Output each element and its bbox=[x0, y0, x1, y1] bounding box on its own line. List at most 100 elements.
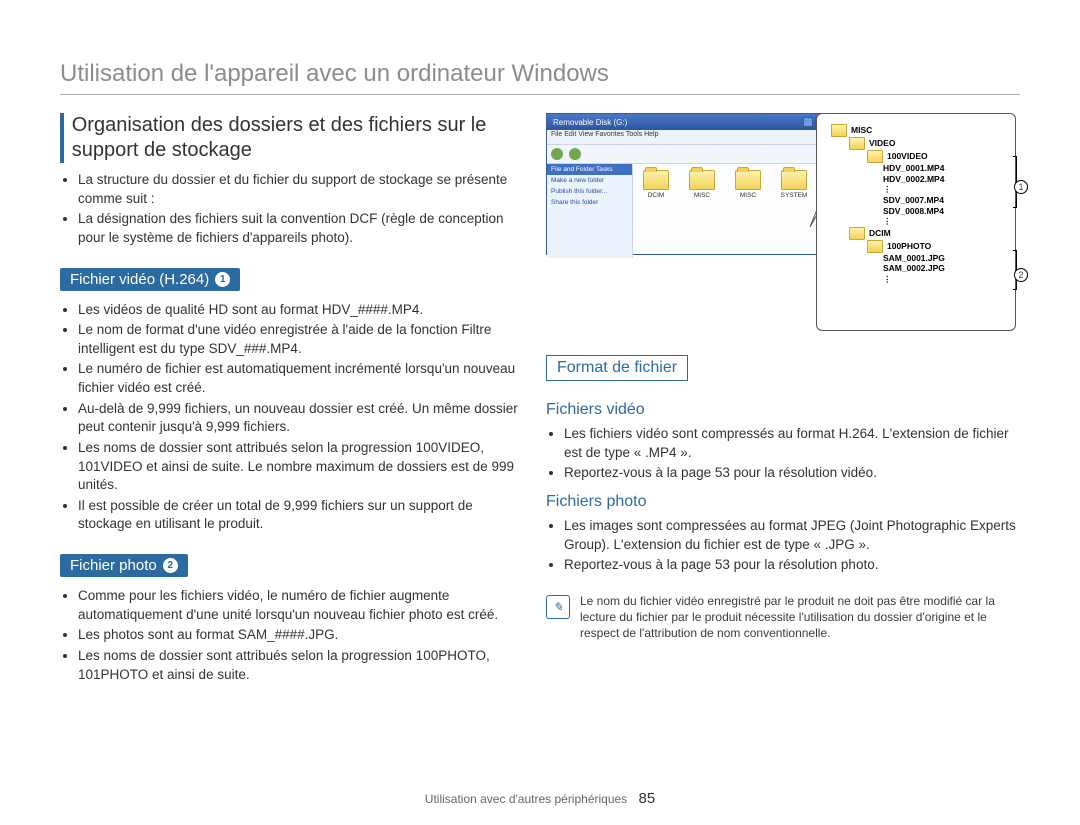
list-item: Les images sont compressées au format JP… bbox=[564, 517, 1016, 554]
tree-label: MISC bbox=[851, 125, 872, 136]
folder-icon bbox=[831, 124, 847, 137]
menubar: File Edit View Favorites Tools Help bbox=[547, 130, 840, 145]
tree-dots: ⋮ bbox=[831, 274, 1005, 285]
sidebar-item: Make a new folder bbox=[547, 175, 632, 186]
window-title-text: Removable Disk (G:) bbox=[550, 118, 627, 127]
tree-node: VIDEO bbox=[831, 137, 1005, 150]
folder-icon bbox=[867, 150, 883, 163]
left-column: Organisation des dossiers et des fichier… bbox=[60, 113, 520, 686]
page-title: Utilisation de l'appareil avec un ordina… bbox=[60, 60, 1020, 88]
folder-label: MISC bbox=[740, 192, 756, 199]
tree-label: SDV_0007.MP4 bbox=[883, 195, 944, 206]
list-item: Le numéro de fichier est automatiquement… bbox=[78, 360, 520, 397]
tree-node: 100VIDEO bbox=[831, 150, 1005, 163]
forward-icon bbox=[569, 148, 581, 160]
video-bullet-list: Les vidéos de qualité HD sont au format … bbox=[60, 301, 520, 535]
folder-tree: MISC VIDEO 100VIDEO HDV_0001.MP4 HDV_000… bbox=[831, 124, 1005, 285]
photo-files-subtitle: Fichiers photo bbox=[546, 493, 1016, 511]
right-column: Removable Disk (G:) File Edit View Favor… bbox=[546, 113, 1016, 686]
list-item: Comme pour les fichiers vidéo, le numéro… bbox=[78, 587, 520, 624]
toolbar bbox=[547, 145, 840, 164]
manual-page: Utilisation de l'appareil avec un ordina… bbox=[0, 0, 1080, 825]
folder-icon bbox=[643, 170, 669, 190]
tree-leaf: SAM_0002.JPG bbox=[831, 263, 1005, 274]
tree-label: ⋮ bbox=[883, 216, 892, 227]
folder-item: DCIM bbox=[639, 170, 673, 199]
folder-item: MISC bbox=[731, 170, 765, 199]
tree-label: SAM_0002.JPG bbox=[883, 263, 945, 274]
tag-label: Fichier photo bbox=[70, 557, 157, 574]
video-file-tag: Fichier vidéo (H.264) 1 bbox=[60, 268, 240, 291]
badge-2-icon: 2 bbox=[163, 558, 178, 573]
explorer-body: File and Folder Tasks Make a new folder … bbox=[547, 164, 840, 258]
section-heading: Organisation des dossiers et des fichier… bbox=[60, 113, 520, 163]
folder-icon bbox=[849, 137, 865, 150]
list-item: Le nom de format d'une vidéo enregistrée… bbox=[78, 321, 520, 358]
tree-dots: ⋮ bbox=[831, 216, 1005, 227]
tree-label: ⋮ bbox=[883, 184, 892, 195]
tree-dots: ⋮ bbox=[831, 184, 1005, 195]
list-item: Reportez-vous à la page 53 pour la résol… bbox=[564, 556, 1016, 575]
folder-icon bbox=[781, 170, 807, 190]
folder-item: MISC bbox=[685, 170, 719, 199]
tree-label: DCIM bbox=[869, 228, 891, 239]
photo-format-list: Les images sont compressées au format JP… bbox=[546, 517, 1016, 575]
badge-1-icon: 1 bbox=[215, 272, 230, 287]
tree-node: DCIM bbox=[831, 227, 1005, 240]
note-icon: ✎ bbox=[546, 595, 570, 619]
list-item: Les vidéos de qualité HD sont au format … bbox=[78, 301, 520, 320]
tree-label: 100VIDEO bbox=[887, 151, 928, 162]
intro-list: La structure du dossier et du fichier du… bbox=[60, 171, 520, 248]
tree-node: 100PHOTO bbox=[831, 240, 1005, 253]
note-box: ✎ Le nom du fichier vidéo enregistré par… bbox=[546, 593, 1016, 642]
explorer-main-pane: DCIM MISC MISC SYSTEM bbox=[633, 164, 840, 258]
folder-icon bbox=[689, 170, 715, 190]
folder-icon bbox=[867, 240, 883, 253]
tree-label: SDV_0008.MP4 bbox=[883, 206, 944, 217]
folder-tree-callout: 1 2 MISC VIDEO 100VIDEO HDV_0001.MP4 HDV… bbox=[816, 113, 1016, 331]
sidebar-header: File and Folder Tasks bbox=[547, 164, 632, 175]
page-footer: Utilisation avec d'autres périphériques … bbox=[0, 790, 1080, 807]
tag-label: Fichier vidéo (H.264) bbox=[70, 271, 209, 288]
heading-accent-bar bbox=[60, 113, 64, 163]
page-number: 85 bbox=[639, 790, 656, 807]
list-item: La structure du dossier et du fichier du… bbox=[78, 171, 520, 208]
annotation-2-icon: 2 bbox=[1014, 268, 1028, 282]
tree-label: HDV_0002.MP4 bbox=[883, 174, 944, 185]
section-heading-text: Organisation des dossiers et des fichier… bbox=[72, 113, 520, 163]
tree-label: 100PHOTO bbox=[887, 241, 931, 252]
folder-icon bbox=[735, 170, 761, 190]
folder-label: DCIM bbox=[648, 192, 665, 199]
tree-leaf: SDV_0008.MP4 bbox=[831, 206, 1005, 217]
folder-icon bbox=[849, 227, 865, 240]
list-item: Les photos sont au format SAM_####.JPG. bbox=[78, 626, 520, 645]
list-item: Reportez-vous à la page 53 pour la résol… bbox=[564, 464, 1016, 483]
list-item: La désignation des fichiers suit la conv… bbox=[78, 210, 520, 247]
tree-leaf: SDV_0007.MP4 bbox=[831, 195, 1005, 206]
video-files-subtitle: Fichiers vidéo bbox=[546, 401, 1016, 419]
window-titlebar: Removable Disk (G:) bbox=[547, 114, 840, 130]
photo-file-tag: Fichier photo 2 bbox=[60, 554, 188, 577]
tree-leaf: HDV_0001.MP4 bbox=[831, 163, 1005, 174]
folder-label: SYSTEM bbox=[781, 192, 808, 199]
list-item: Au-delà de 9,999 fichiers, un nouveau do… bbox=[78, 400, 520, 437]
tree-node: MISC bbox=[831, 124, 1005, 137]
tree-label: VIDEO bbox=[869, 138, 895, 149]
annotation-1-icon: 1 bbox=[1014, 180, 1028, 194]
folder-label: MISC bbox=[694, 192, 710, 199]
list-item: Les fichiers vidéo sont compressés au fo… bbox=[564, 425, 1016, 462]
tree-label: SAM_0001.JPG bbox=[883, 253, 945, 264]
tree-label: ⋮ bbox=[883, 274, 892, 285]
list-item: Les noms de dossier sont attribués selon… bbox=[78, 647, 520, 684]
windows-explorer-window: Removable Disk (G:) File Edit View Favor… bbox=[546, 113, 841, 255]
list-item: Il est possible de créer un total de 9,9… bbox=[78, 497, 520, 534]
photo-bullet-list: Comme pour les fichiers vidéo, le numéro… bbox=[60, 587, 520, 684]
storage-structure-figure: Removable Disk (G:) File Edit View Favor… bbox=[546, 113, 1016, 337]
list-item: Les noms de dossier sont attribués selon… bbox=[78, 439, 520, 495]
divider bbox=[60, 94, 1020, 95]
tree-label: HDV_0001.MP4 bbox=[883, 163, 944, 174]
video-format-list: Les fichiers vidéo sont compressés au fo… bbox=[546, 425, 1016, 483]
tree-leaf: SAM_0001.JPG bbox=[831, 253, 1005, 264]
back-icon bbox=[551, 148, 563, 160]
sidebar-item: Share this folder bbox=[547, 197, 632, 208]
